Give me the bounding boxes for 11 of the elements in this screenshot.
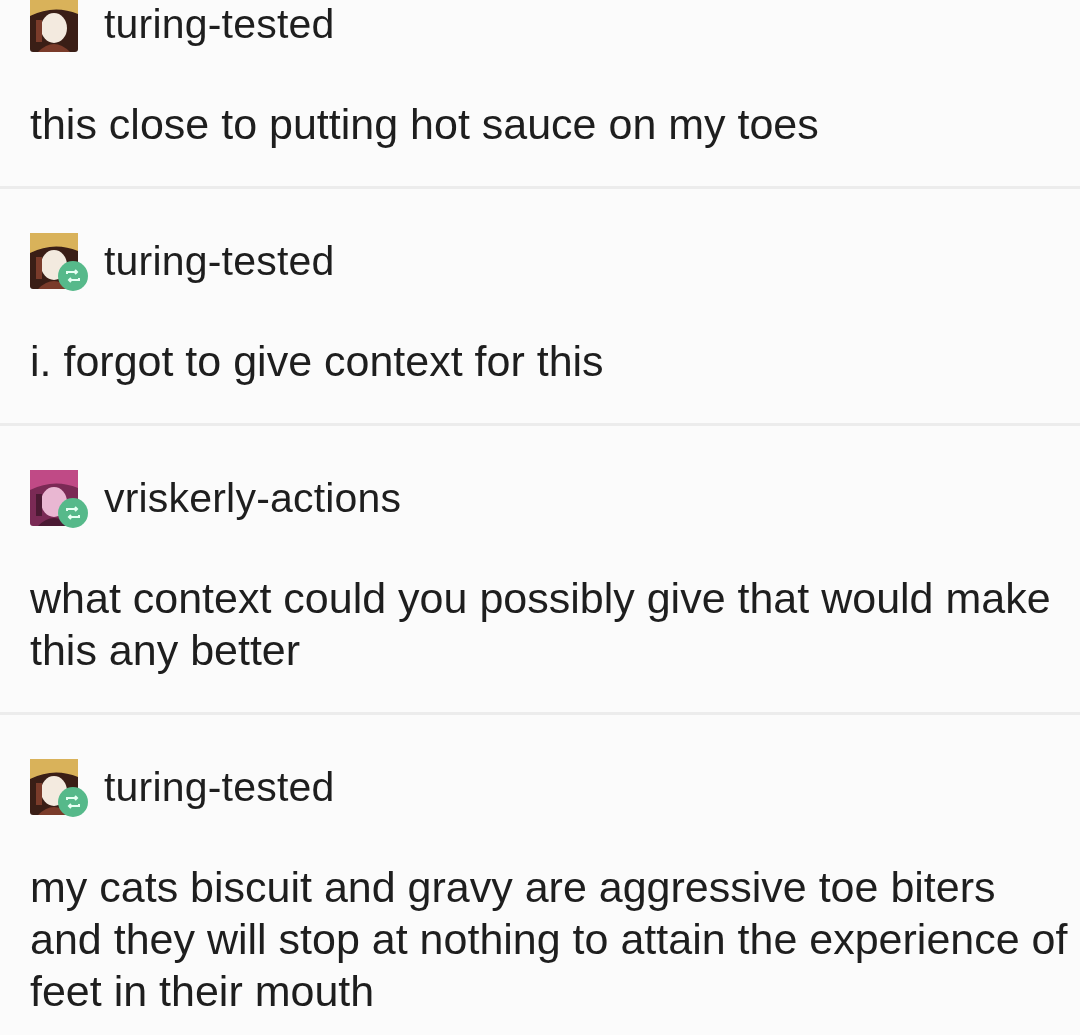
username[interactable]: turing-tested	[104, 237, 335, 285]
post-text: i. forgot to give context for this	[30, 336, 605, 387]
username[interactable]: turing-tested	[104, 0, 335, 48]
post-text: what context could you possibly give that would make this any better	[30, 573, 1052, 676]
post-text: this close to putting hot sauce on my toes	[30, 99, 820, 150]
reblog-icon	[58, 498, 88, 528]
reblog-icon	[58, 787, 88, 817]
username[interactable]: vriskerly-actions	[104, 474, 402, 522]
reblog-icon	[58, 261, 88, 291]
post-text: my cats biscuit and gravy are aggressive toe biters and they will stop at nothing to attain the experience of feet in their mouth	[30, 862, 1069, 1017]
username[interactable]: turing-tested	[104, 763, 335, 811]
